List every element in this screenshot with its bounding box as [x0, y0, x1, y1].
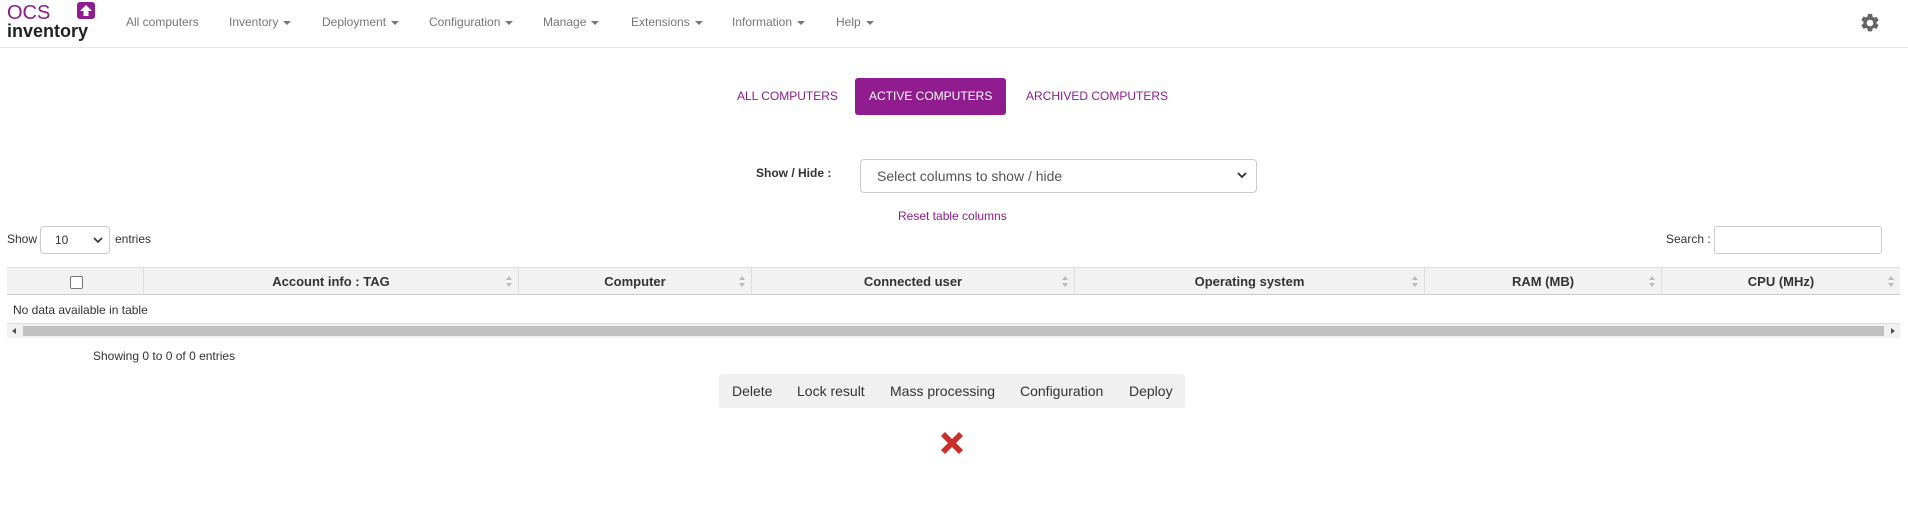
- columns-select[interactable]: Select columns to show / hide: [860, 159, 1257, 193]
- caret-down-icon: [505, 20, 514, 25]
- nav-configuration[interactable]: Configuration: [429, 15, 514, 29]
- column-header-label: Account info : TAG: [272, 274, 390, 289]
- caret-down-icon: [694, 20, 703, 25]
- nav-label: Information: [732, 15, 793, 29]
- tab-all-computers[interactable]: ALL COMPUTERS: [723, 78, 852, 115]
- scrollbar-thumb[interactable]: [23, 326, 1884, 336]
- sort-icon: [1649, 276, 1655, 287]
- nav-label: Configuration: [429, 15, 501, 29]
- caret-down-icon: [391, 20, 400, 25]
- action-bar: Delete Lock result Mass processing Confi…: [719, 374, 1185, 408]
- scroll-left-icon[interactable]: [12, 328, 16, 334]
- configuration-button[interactable]: Configuration: [1020, 374, 1103, 408]
- tab-active-computers[interactable]: ACTIVE COMPUTERS: [855, 78, 1007, 115]
- scroll-right-icon[interactable]: [1891, 328, 1895, 334]
- chevron-down-icon: [1237, 172, 1247, 179]
- nav-inventory[interactable]: Inventory: [229, 15, 292, 29]
- caret-down-icon: [591, 20, 600, 25]
- nav-information[interactable]: Information: [732, 15, 806, 29]
- nav-deployment[interactable]: Deployment: [322, 15, 400, 29]
- caret-down-icon: [797, 20, 806, 25]
- ocs-inventory-logo[interactable]: OCS inventory: [6, 1, 98, 41]
- reset-table-columns-link[interactable]: Reset table columns: [898, 209, 1007, 223]
- column-header-account-tag[interactable]: Account info : TAG: [144, 268, 519, 295]
- nav-manage[interactable]: Manage: [543, 15, 600, 29]
- mass-processing-button[interactable]: Mass processing: [890, 374, 995, 408]
- select-all-column: [7, 268, 144, 295]
- column-header-label: CPU (MHz): [1747, 274, 1815, 289]
- lock-result-button[interactable]: Lock result: [797, 374, 865, 408]
- nav-help[interactable]: Help: [836, 15, 874, 29]
- logo-bottom-text: inventory: [7, 21, 88, 41]
- column-header-connected-user[interactable]: Connected user: [752, 268, 1075, 295]
- gear-icon[interactable]: [1859, 12, 1881, 34]
- close-icon[interactable]: [937, 428, 967, 458]
- table-header: Account info : TAG Computer Connected us…: [7, 267, 1900, 295]
- show-label: Show: [7, 232, 38, 246]
- nav-label: Manage: [543, 15, 587, 29]
- columns-select-value: Select columns to show / hide: [877, 168, 1063, 184]
- caret-down-icon: [865, 20, 874, 25]
- delete-button[interactable]: Delete: [732, 374, 772, 408]
- sort-icon: [1412, 276, 1418, 287]
- column-header-cpu[interactable]: CPU (MHz): [1662, 268, 1900, 295]
- column-header-label: Operating system: [1194, 274, 1305, 289]
- page-length-select[interactable]: 10: [40, 226, 110, 254]
- tab-archived-computers[interactable]: ARCHIVED COMPUTERS: [1012, 78, 1182, 115]
- deploy-button[interactable]: Deploy: [1129, 374, 1173, 408]
- empty-table-message: No data available in table: [13, 303, 148, 317]
- sort-icon: [1888, 276, 1894, 287]
- column-header-operating-system[interactable]: Operating system: [1075, 268, 1425, 295]
- column-header-computer[interactable]: Computer: [519, 268, 752, 295]
- nav-all-computers[interactable]: All computers: [126, 15, 199, 29]
- column-header-label: RAM (MB): [1511, 274, 1575, 289]
- column-header-label: Computer: [604, 274, 666, 289]
- column-header-ram[interactable]: RAM (MB): [1425, 268, 1662, 295]
- nav-extensions[interactable]: Extensions: [631, 15, 703, 29]
- top-navbar: OCS inventory All computers Inventory De…: [0, 0, 1908, 48]
- column-header-label: Connected user: [863, 274, 963, 289]
- horizontal-scrollbar[interactable]: [7, 324, 1900, 338]
- search-input[interactable]: [1714, 226, 1882, 254]
- table-empty-row: No data available in table: [7, 295, 1900, 324]
- select-all-checkbox[interactable]: [70, 276, 83, 289]
- sort-icon: [739, 276, 745, 287]
- show-hide-label: Show / Hide :: [756, 166, 832, 180]
- sort-icon: [1062, 276, 1068, 287]
- nav-label: All computers: [126, 15, 199, 29]
- caret-down-icon: [283, 20, 292, 25]
- chevron-down-icon: [93, 237, 103, 244]
- nav-label: Deployment: [322, 15, 387, 29]
- page-length-value: 10: [55, 233, 69, 247]
- search-label: Search :: [1666, 232, 1711, 246]
- entries-label: entries: [115, 232, 152, 246]
- table-info: Showing 0 to 0 of 0 entries: [93, 349, 236, 363]
- sort-icon: [506, 276, 512, 287]
- nav-label: Inventory: [229, 15, 279, 29]
- nav-label: Help: [836, 15, 861, 29]
- nav-label: Extensions: [631, 15, 690, 29]
